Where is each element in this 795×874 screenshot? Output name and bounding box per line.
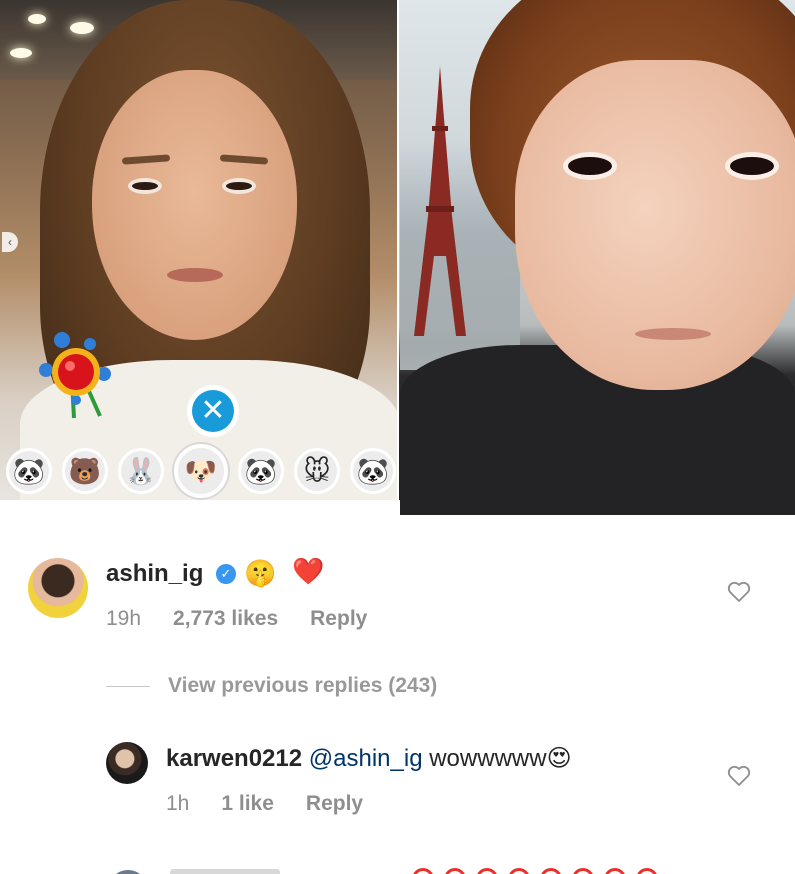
- mouth: [167, 268, 223, 282]
- filter-option[interactable]: 🐻: [62, 448, 108, 494]
- reply-comment-body: karwen0212 @ashin_ig wowwwww😍: [166, 744, 572, 773]
- username-partial: [170, 869, 280, 874]
- view-previous-replies[interactable]: View previous replies (243): [106, 674, 437, 698]
- eye: [222, 178, 256, 194]
- avatar[interactable]: [106, 742, 148, 784]
- filter-option-selected[interactable]: 🐶: [174, 444, 228, 498]
- reply-text: wowwwww: [429, 745, 547, 772]
- emoji-partial: [444, 868, 466, 874]
- close-icon: ✕: [192, 390, 234, 432]
- eye: [725, 152, 779, 180]
- eye: [563, 152, 617, 180]
- tower: [414, 66, 466, 336]
- comment-meta: 19h 2,773 likes Reply: [106, 607, 367, 631]
- left-photo: ‹ ✕ 🐼 🐻 🐰 🐶 🐼 🐭 🐼: [0, 0, 397, 500]
- emoji-partial: [476, 868, 498, 874]
- close-filter-button[interactable]: ✕: [187, 385, 239, 437]
- next-comment-partial: [0, 862, 795, 874]
- filter-option[interactable]: 🐼: [350, 448, 396, 494]
- ar-flower-sticker: [39, 332, 111, 419]
- emoji-partial: [412, 868, 434, 874]
- emoji-partial: [540, 868, 562, 874]
- heart-eyes-emoji: 😍: [546, 745, 572, 772]
- avatar[interactable]: [28, 558, 88, 618]
- comment-likes[interactable]: 2,773 likes: [173, 607, 278, 631]
- filter-tray: 🐼 🐻 🐰 🐶 🐼 🐭 🐼: [0, 442, 397, 500]
- reply-button[interactable]: Reply: [306, 792, 363, 816]
- reply-time: 1h: [166, 792, 190, 815]
- emoji-partial: [572, 868, 594, 874]
- filter-option[interactable]: 🐭: [294, 448, 340, 494]
- filter-option[interactable]: 🐼: [238, 448, 284, 494]
- reply-likes[interactable]: 1 like: [221, 792, 274, 816]
- emoji-partial: [508, 868, 530, 874]
- eyebrow: [121, 154, 171, 165]
- reply-username[interactable]: karwen0212: [166, 745, 302, 772]
- eye: [128, 178, 162, 194]
- comment-time: 19h: [106, 607, 142, 630]
- filter-option[interactable]: 🐰: [118, 448, 164, 494]
- emoji-partial: [604, 868, 626, 874]
- mention-link[interactable]: @ashin_ig: [309, 745, 423, 772]
- mouth: [635, 328, 711, 340]
- heart-outline-icon[interactable]: [726, 765, 752, 791]
- shushing-face-emoji: 🤫: [244, 558, 277, 588]
- verified-badge-icon: ✓: [216, 564, 236, 584]
- ceiling-light: [28, 14, 46, 24]
- emoji-partial: [636, 868, 658, 874]
- reply-meta: 1h 1 like Reply: [166, 792, 363, 816]
- filter-option[interactable]: 🐼: [6, 448, 52, 494]
- comment-username[interactable]: ashin_ig: [106, 560, 203, 588]
- heart-outline-icon[interactable]: [726, 581, 752, 607]
- eyebrow: [219, 154, 269, 165]
- side-chevron-icon[interactable]: ‹: [2, 232, 18, 252]
- red-heart-emoji: ❤️: [292, 556, 325, 586]
- reply-button[interactable]: Reply: [310, 607, 367, 631]
- ceiling-light: [70, 22, 94, 34]
- ceiling-light: [10, 48, 32, 58]
- divider-line: [106, 685, 150, 687]
- view-replies-label[interactable]: View previous replies (243): [168, 674, 437, 698]
- avatar: [108, 870, 148, 874]
- face: [515, 60, 795, 390]
- face: [92, 70, 297, 340]
